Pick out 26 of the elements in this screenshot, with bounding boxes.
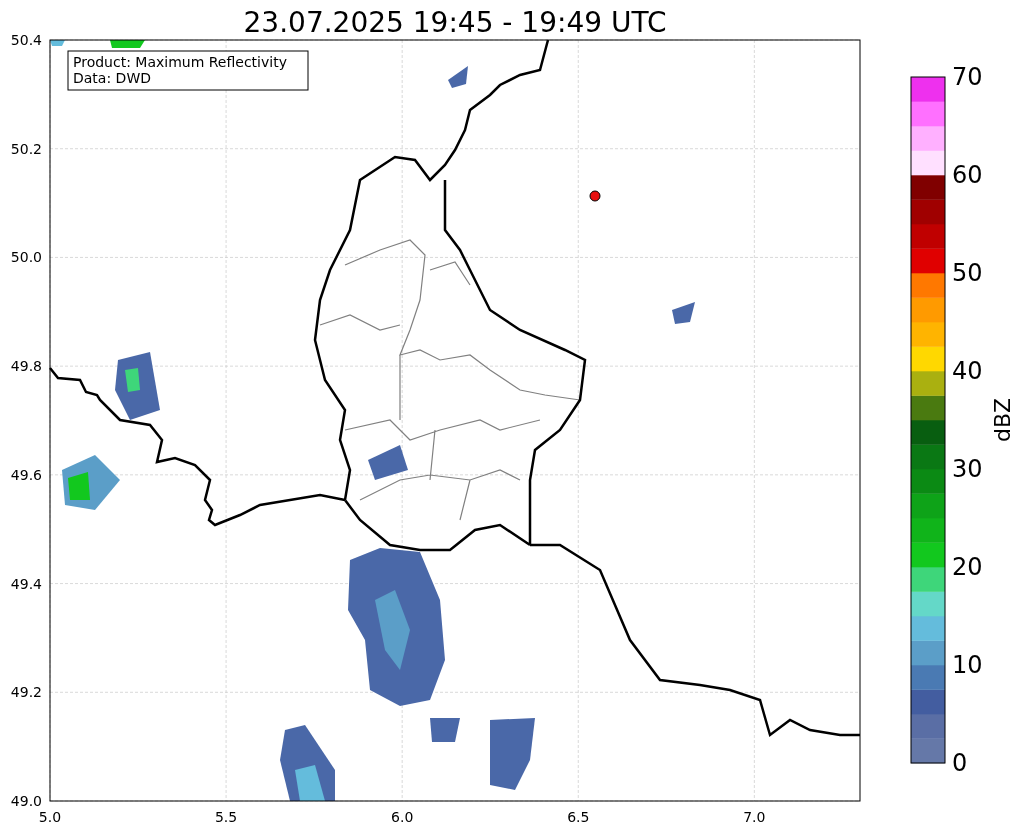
colorbar-tick-label: 70	[952, 63, 983, 91]
x-tick-label: 6.5	[567, 809, 590, 825]
chart-title: 23.07.2025 19:45 - 19:49 UTC	[243, 6, 667, 39]
y-tick-label: 50.2	[10, 140, 42, 157]
y-tick-label: 49.0	[10, 793, 42, 809]
colorbar-tick-label: 50	[952, 259, 983, 287]
colorbar-tick-label: 40	[952, 357, 983, 385]
x-tick-label: 5.5	[214, 809, 238, 825]
y-tick-label: 50.4	[10, 32, 42, 48]
colorbar-tick-label: 10	[952, 651, 983, 679]
colorbar-tick-label: 0	[952, 749, 968, 777]
x-tick-label: 5.0	[38, 809, 62, 825]
y-tick-label: 49.4	[10, 575, 42, 592]
location-marker	[589, 190, 601, 202]
x-tick-label: 7.0	[743, 809, 766, 825]
colorbar-label: dBZ	[990, 397, 1015, 443]
info-text: Product: Maximum Reflectivity	[73, 54, 287, 70]
y-tick-label: 49.2	[10, 684, 42, 701]
colorbar-tick-label: 20	[952, 553, 983, 581]
colorbar-tick-label: 30	[952, 455, 983, 483]
y-tick-label: 49.8	[10, 358, 42, 375]
x-tick-label: 6.0	[391, 809, 414, 825]
y-tick-label: 50.0	[10, 249, 42, 266]
colorbar-tick-label: 60	[952, 161, 983, 189]
info-text: Data: DWD	[73, 70, 151, 86]
y-tick-label: 49.6	[10, 466, 42, 483]
